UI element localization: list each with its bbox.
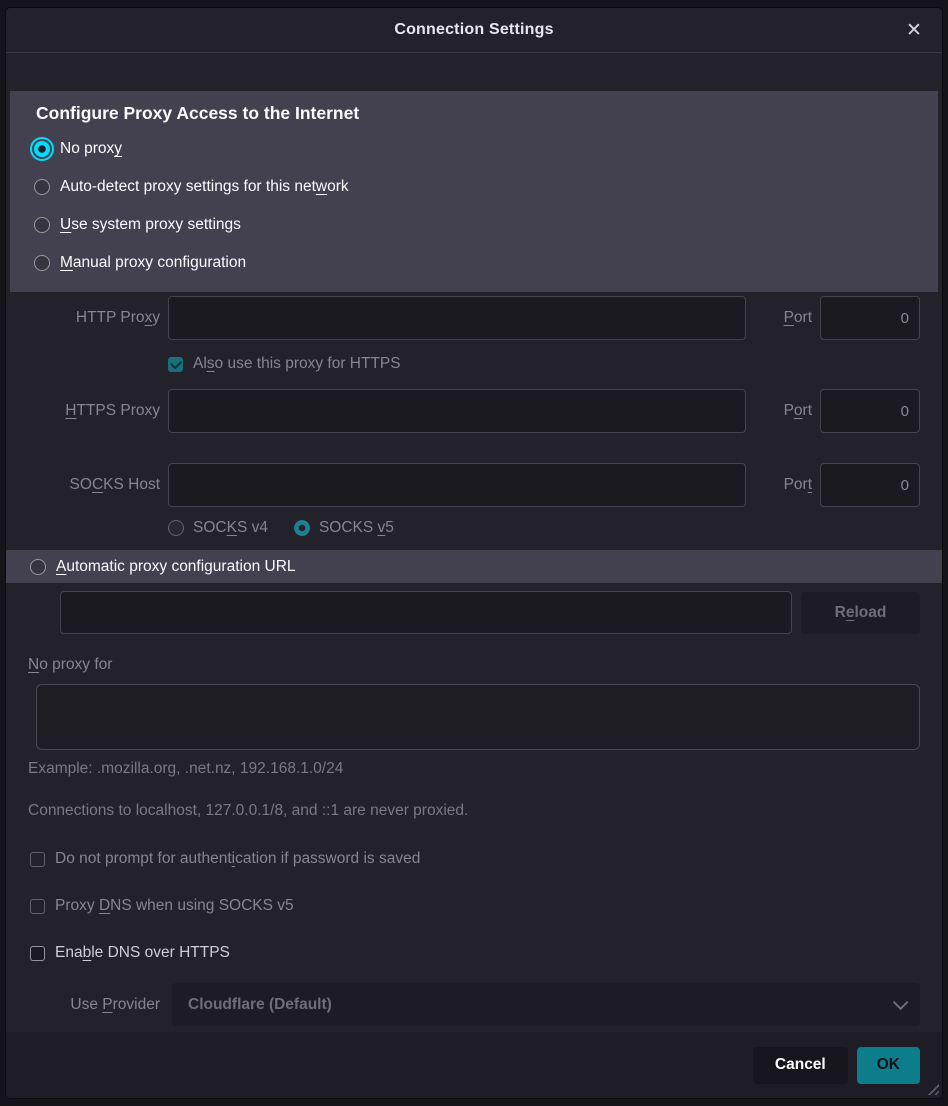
radio-manual-proxy-label: Manual proxy configuration xyxy=(60,254,246,272)
http-proxy-input xyxy=(168,296,746,340)
http-port-label: Port xyxy=(754,309,812,327)
http-proxy-label: HTTP Proxy xyxy=(6,309,160,327)
radio-auto-detect[interactable]: Auto-detect proxy settings for this netw… xyxy=(34,168,938,206)
dialog-footer: Cancel OK xyxy=(6,1032,942,1098)
no-auth-prompt-label: Do not prompt for authentication if pass… xyxy=(55,850,420,868)
no-proxy-example-text: Example: .mozilla.org, .net.nz, 192.168.… xyxy=(28,760,942,778)
socks-port-input xyxy=(820,463,920,507)
radio-button-icon[interactable] xyxy=(34,141,50,157)
automatic-url-input xyxy=(60,591,792,634)
checkbox-checked-icon xyxy=(168,357,183,372)
also-https-checkbox-row: Also use this proxy for HTTPS xyxy=(168,355,942,373)
check-icon xyxy=(170,357,182,369)
radio-no-proxy[interactable]: No proxy xyxy=(34,130,938,168)
https-proxy-row: HTTPS Proxy Port xyxy=(6,389,942,433)
no-proxy-for-label: No proxy for xyxy=(28,656,942,674)
resize-grip[interactable] xyxy=(925,1081,939,1095)
radio-button-icon xyxy=(168,520,184,536)
chevron-down-icon xyxy=(893,995,909,1011)
radio-manual-proxy[interactable]: Manual proxy configuration xyxy=(34,244,938,282)
checkbox-icon[interactable] xyxy=(30,946,45,961)
radio-auto-detect-label: Auto-detect proxy settings for this netw… xyxy=(60,178,349,196)
connection-settings-dialog: Connection Settings ✕ Configure Proxy Ac… xyxy=(6,8,942,1098)
http-proxy-row: HTTP Proxy Port xyxy=(6,296,942,340)
radio-socks-v4: SOCKS v4 xyxy=(168,519,268,537)
dialog-title: Connection Settings xyxy=(394,21,553,39)
https-port-input xyxy=(820,389,920,433)
radio-button-icon[interactable] xyxy=(34,179,50,195)
radio-system-proxy[interactable]: Use system proxy settings xyxy=(34,206,938,244)
automatic-url-row: Reload xyxy=(60,591,920,634)
provider-select: Cloudflare (Default) xyxy=(172,983,920,1026)
proxy-dns-checkbox-row: Proxy DNS when using SOCKS v5 xyxy=(30,897,942,915)
use-provider-label: Use Provider xyxy=(6,996,160,1014)
dialog-titlebar: Connection Settings ✕ xyxy=(6,8,942,53)
http-port-input xyxy=(820,296,920,340)
reload-button: Reload xyxy=(801,592,920,634)
radio-no-proxy-label: No proxy xyxy=(60,140,122,158)
proxy-mode-panel: Configure Proxy Access to the Internet N… xyxy=(10,91,938,292)
also-https-label: Also use this proxy for HTTPS xyxy=(193,355,401,373)
radio-button-icon xyxy=(294,520,310,536)
radio-socks-v5: SOCKS v5 xyxy=(294,519,394,537)
radio-button-icon[interactable] xyxy=(30,559,46,575)
enable-doh-checkbox-row[interactable]: Enable DNS over HTTPS xyxy=(30,944,942,962)
socks-v4-label: SOCKS v4 xyxy=(193,519,268,537)
provider-selected-value: Cloudflare (Default) xyxy=(188,996,332,1014)
socks-host-input xyxy=(168,463,746,507)
no-proxy-for-textarea xyxy=(36,684,920,750)
socks-version-row: SOCKS v4 SOCKS v5 xyxy=(168,519,942,537)
enable-doh-label: Enable DNS over HTTPS xyxy=(55,944,230,962)
socks-port-label: Port xyxy=(754,476,812,494)
socks-host-label: SOCKS Host xyxy=(6,476,160,494)
radio-button-icon[interactable] xyxy=(34,217,50,233)
dialog-content: Configure Proxy Access to the Internet N… xyxy=(6,53,942,1032)
proxy-dns-label: Proxy DNS when using SOCKS v5 xyxy=(55,897,294,915)
radio-button-icon[interactable] xyxy=(34,255,50,271)
radio-automatic-proxy-url[interactable]: Automatic proxy configuration URL xyxy=(6,550,942,583)
socks-host-row: SOCKS Host Port xyxy=(6,463,942,507)
socks-v5-label: SOCKS v5 xyxy=(319,519,394,537)
https-proxy-input xyxy=(168,389,746,433)
automatic-proxy-url-label: Automatic proxy configuration URL xyxy=(56,558,296,576)
https-proxy-label: HTTPS Proxy xyxy=(6,402,160,420)
provider-row: Use Provider Cloudflare (Default) xyxy=(6,983,942,1026)
checkbox-icon xyxy=(30,852,45,867)
ok-button[interactable]: OK xyxy=(857,1047,920,1084)
cancel-button[interactable]: Cancel xyxy=(753,1047,848,1084)
localhost-note-text: Connections to localhost, 127.0.0.1/8, a… xyxy=(28,802,942,820)
close-icon[interactable]: ✕ xyxy=(900,16,928,44)
no-auth-prompt-checkbox-row: Do not prompt for authentication if pass… xyxy=(30,850,942,868)
https-port-label: Port xyxy=(754,402,812,420)
panel-heading: Configure Proxy Access to the Internet xyxy=(36,103,938,124)
checkbox-icon xyxy=(30,899,45,914)
radio-system-proxy-label: Use system proxy settings xyxy=(60,216,241,234)
